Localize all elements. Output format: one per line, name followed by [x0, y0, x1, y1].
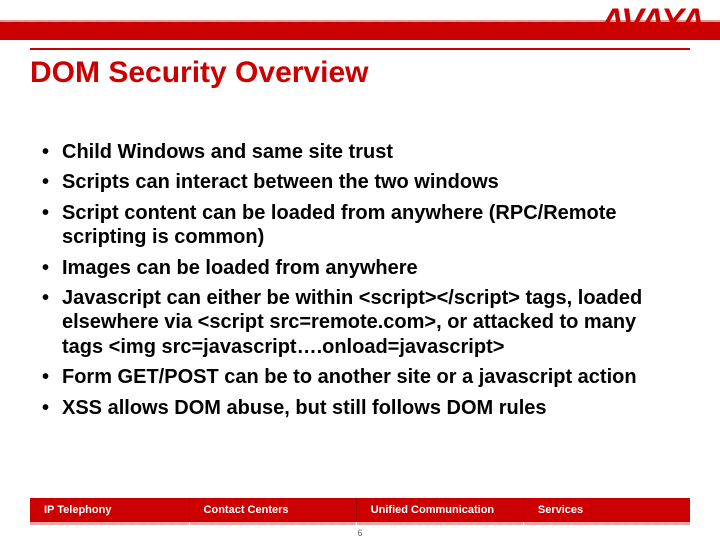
bullet-item: Script content can be loaded from anywhe… — [40, 201, 680, 250]
footer-bar: IP Telephony Contact Centers Unified Com… — [30, 498, 690, 522]
slide-body: Child Windows and same site trust Script… — [40, 140, 680, 426]
title-underline — [30, 48, 690, 50]
bullet-item: XSS allows DOM abuse, but still follows … — [40, 396, 680, 420]
footer-item: IP Telephony — [30, 498, 190, 522]
bullet-item: Form GET/POST can be to another site or … — [40, 365, 680, 389]
slide-title: DOM Security Overview — [30, 56, 690, 90]
bullet-item: Images can be loaded from anywhere — [40, 256, 680, 280]
brand-logo: AVAYA — [600, 2, 704, 41]
slide: AVAYA DOM Security Overview Child Window… — [0, 0, 720, 540]
footer-item: Services — [524, 498, 690, 522]
bullet-list: Child Windows and same site trust Script… — [40, 140, 680, 420]
page-number: 6 — [0, 528, 720, 538]
bullet-item: Child Windows and same site trust — [40, 140, 680, 164]
bullet-item: Javascript can either be within <script>… — [40, 286, 680, 359]
footer-item: Unified Communication — [357, 498, 524, 522]
footer-item: Contact Centers — [190, 498, 357, 522]
bullet-item: Scripts can interact between the two win… — [40, 170, 680, 194]
